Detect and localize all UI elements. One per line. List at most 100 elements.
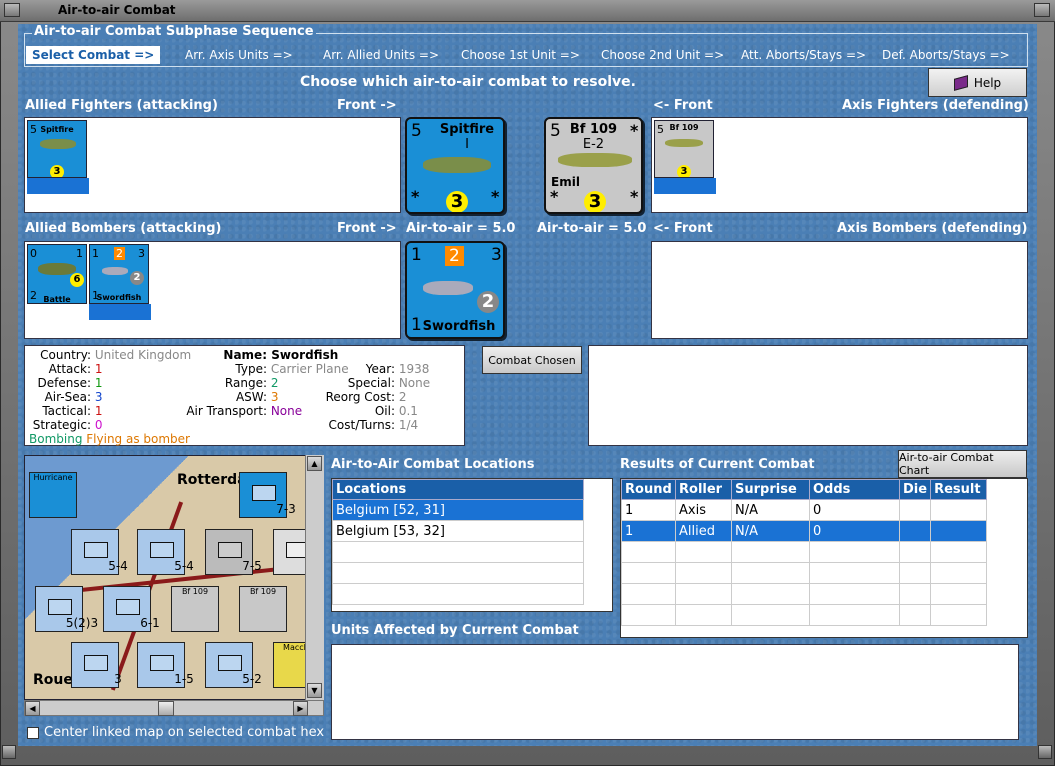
axis-air-to-air-value: Air-to-air = 5.0 [537, 221, 647, 236]
unit-bf109-small[interactable]: 5 Bf 109 3 [654, 120, 714, 178]
results-row[interactable]: 1 Axis N/A 0 [621, 499, 987, 521]
unit-spitfire-small[interactable]: 5 Spitfire 3 [27, 120, 87, 178]
front-right-label-1: Front -> [337, 98, 397, 113]
locations-list[interactable]: Locations Belgium [52, 31] Belgium [53, … [331, 478, 613, 612]
center-map-checkbox[interactable] [27, 727, 39, 739]
locations-title: Air-to-Air Combat Locations [331, 457, 535, 472]
unit-bf109-large[interactable]: 5 Bf 109 E-2 * Emil * * 3 [544, 117, 643, 214]
linked-map[interactable]: Rotterda Roue Hurricane 7-3 5-4 5-4 7-5 … [24, 455, 324, 700]
info-oil: 0.1 [398, 404, 418, 418]
results-row[interactable] [621, 583, 987, 605]
map-unit-5-2[interactable]: 5-2 [205, 642, 262, 688]
allied-fighters-header: Allied Fighters (attacking) [25, 98, 218, 113]
sequence-group-title: Air-to-air Combat Subphase Sequence [32, 24, 316, 39]
combat-chosen-button[interactable]: Combat Chosen [482, 346, 582, 374]
scroll-left-icon[interactable]: ◀ [25, 701, 40, 716]
results-col-result[interactable]: Result [930, 479, 987, 500]
map-unit-bf109-a[interactable]: Bf 109 [171, 586, 219, 632]
front-left-label-2: <- Front [653, 221, 713, 236]
seq-step-arr-allied[interactable]: Arr. Allied Units => [323, 46, 439, 64]
axis-fighters-header: Axis Fighters (defending) [842, 98, 1029, 113]
results-col-surprise[interactable]: Surprise [731, 479, 810, 500]
unit-battle-small[interactable]: 0 1 2 6 Battle [27, 244, 87, 304]
air-to-air-chart-button[interactable]: Air-to-air Combat Chart [898, 450, 1027, 478]
results-table[interactable]: Round Roller Surprise Odds Die Result 1A… [620, 478, 1028, 638]
affected-units-box [331, 644, 1019, 740]
map-unit-5-4-a[interactable]: 5-4 [71, 529, 128, 575]
resize-grip-icon[interactable] [1038, 745, 1052, 759]
axis-fighters-box[interactable]: 5 Bf 109 3 [651, 117, 1028, 213]
allied-fighters-box[interactable]: 5 Spitfire 3 [24, 117, 401, 213]
map-unit-7-5[interactable]: 7-5 [205, 529, 262, 575]
map-unit-5-4-b[interactable]: 5-4 [137, 529, 194, 575]
swordfish-aircraft-icon [423, 281, 473, 295]
affected-units-title: Units Affected by Current Combat [331, 623, 579, 638]
sequence-bar: Select Combat => Arr. Axis Units => Arr.… [26, 46, 1026, 64]
info-air-transport: None [270, 404, 303, 418]
scroll-up-icon[interactable]: ▲ [307, 456, 322, 471]
close-icon[interactable] [1034, 3, 1050, 17]
axis-bombers-header: Axis Bombers (defending) [837, 221, 1028, 236]
results-row[interactable] [621, 604, 987, 626]
info-airsea: 3 [94, 390, 103, 404]
selection-bar [654, 178, 716, 194]
left-grip-icon [2, 745, 16, 759]
map-unit-bf109-b[interactable]: Bf 109 [239, 586, 287, 632]
seq-step-att-aborts[interactable]: Att. Aborts/Stays => [741, 46, 866, 64]
info-name: Swordfish [271, 348, 339, 362]
map-unit-3[interactable]: 3 [71, 642, 122, 688]
seq-step-choose-1st[interactable]: Choose 1st Unit => [461, 46, 580, 64]
scroll-down-icon[interactable]: ▼ [307, 683, 322, 698]
map-vertical-scrollbar[interactable]: ▲ ▼ [305, 455, 324, 700]
selection-bar [27, 178, 89, 194]
unit-spitfire-large[interactable]: 5 Spitfire I * * 3 [405, 117, 505, 214]
results-row[interactable] [621, 562, 987, 584]
results-col-odds[interactable]: Odds [809, 479, 900, 500]
map-city-rouen: Roue [33, 672, 73, 688]
aircraft-icon [102, 267, 128, 275]
info-year: 1938 [398, 362, 430, 376]
seq-step-choose-2nd[interactable]: Choose 2nd Unit => [601, 46, 724, 64]
map-horizontal-scrollbar[interactable]: ◀ ▶ [24, 700, 324, 716]
location-row[interactable] [332, 541, 584, 563]
map-unit-hurricane[interactable]: Hurricane [29, 472, 77, 518]
unit-swordfish-large[interactable]: 1 2 3 2 1 Swordfish [405, 241, 505, 339]
map-unit-1-5[interactable]: 1-5 [137, 642, 194, 688]
location-row[interactable] [332, 583, 584, 605]
map-city-rotterdam: Rotterda [177, 472, 247, 488]
spitfire-aircraft-icon [423, 157, 491, 173]
seq-step-select-combat[interactable]: Select Combat => [26, 46, 161, 64]
info-special: None [398, 376, 431, 390]
help-button[interactable]: Help [928, 68, 1027, 97]
locations-column-header[interactable]: Locations [332, 479, 584, 500]
allied-bombers-header: Allied Bombers (attacking) [25, 221, 222, 236]
results-col-roller[interactable]: Roller [675, 479, 732, 500]
center-map-label: Center linked map on selected combat hex [44, 725, 325, 740]
aircraft-icon [665, 139, 703, 147]
unit-swordfish-small[interactable]: 1 2 3 2 1 Swordfish [89, 244, 149, 304]
scroll-thumb[interactable] [158, 701, 174, 716]
system-menu-icon[interactable] [4, 3, 20, 17]
location-row[interactable] [332, 562, 584, 584]
bf109-aircraft-icon [558, 153, 632, 167]
seq-step-def-aborts[interactable]: Def. Aborts/Stays => [882, 46, 1010, 64]
map-unit-5-2-3[interactable]: 5(2)3 [35, 586, 98, 632]
title-bar[interactable]: Air-to-air Combat [0, 0, 1055, 22]
map-unit-6-1[interactable]: 6-1 [103, 586, 160, 632]
info-reorg: 2 [398, 390, 407, 404]
location-row[interactable]: Belgium [52, 31] [332, 499, 584, 521]
scroll-right-icon[interactable]: ▶ [293, 701, 308, 716]
selection-bar [89, 304, 151, 320]
aircraft-icon [38, 263, 76, 275]
results-row[interactable] [621, 541, 987, 563]
allied-bombers-box[interactable]: 0 1 2 6 Battle 1 2 3 2 1 Swordfish [24, 241, 401, 339]
results-col-die[interactable]: Die [898, 479, 932, 500]
results-row[interactable]: 1 Allied N/A 0 [621, 520, 987, 542]
window-title: Air-to-air Combat [58, 3, 176, 17]
info-mission: Bombing [29, 432, 83, 446]
location-row[interactable]: Belgium [53, 32] [332, 520, 584, 542]
results-col-round[interactable]: Round [621, 479, 676, 500]
seq-step-arr-axis[interactable]: Arr. Axis Units => [185, 46, 293, 64]
map-unit-7-3[interactable]: 7-3 [239, 472, 296, 518]
axis-bombers-box[interactable] [651, 241, 1028, 339]
